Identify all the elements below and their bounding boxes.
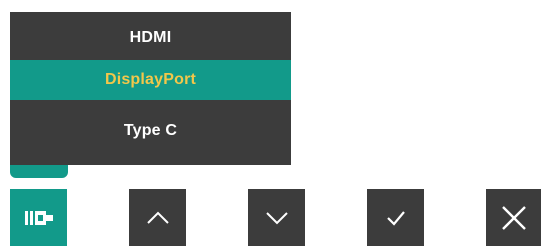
checkmark-icon	[386, 210, 406, 226]
input-source-icon	[24, 209, 53, 227]
active-key-connector	[10, 165, 68, 178]
down-button[interactable]	[248, 189, 305, 246]
arrow-down-icon	[265, 211, 289, 225]
close-icon	[501, 205, 527, 231]
menu-item-label: Type C	[123, 122, 178, 139]
input-source-menu: HDMI DisplayPort Type C	[10, 12, 291, 165]
arrow-up-icon	[146, 211, 170, 225]
menu-item-type-c[interactable]: Type C	[10, 112, 291, 150]
menu-item-displayport[interactable]: DisplayPort	[10, 60, 291, 100]
input-source-button[interactable]	[10, 189, 67, 246]
up-button[interactable]	[129, 189, 186, 246]
menu-item-label: HDMI	[129, 29, 172, 46]
confirm-button[interactable]	[367, 189, 424, 246]
close-button[interactable]	[486, 189, 541, 246]
menu-item-hdmi[interactable]: HDMI	[10, 19, 291, 57]
menu-item-label: DisplayPort	[104, 71, 197, 88]
